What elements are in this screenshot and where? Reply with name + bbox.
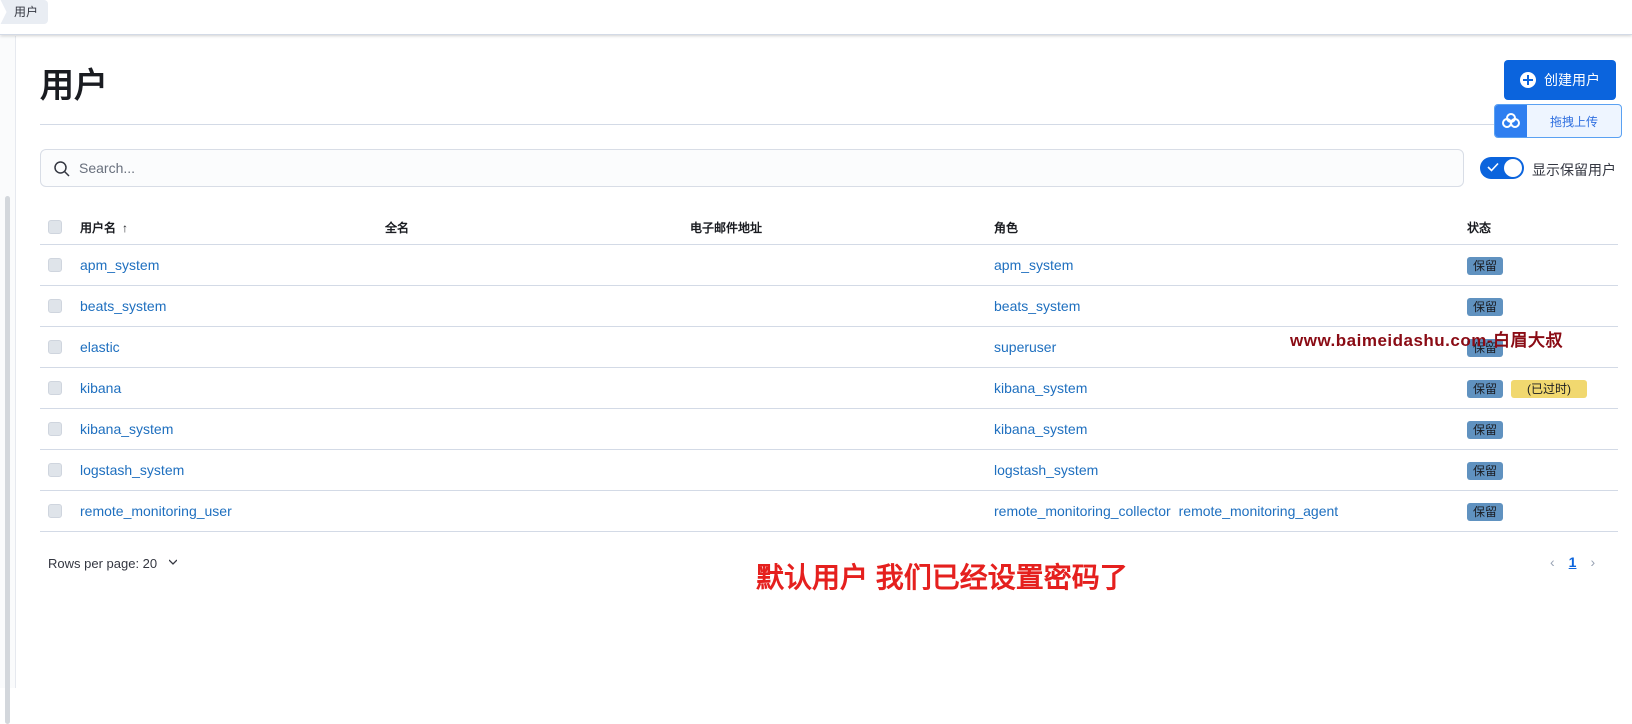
show-reserved-users-toggle[interactable]	[1480, 157, 1524, 179]
column-header-email: 电子邮件地址	[690, 221, 763, 235]
reserved-badge: 保留	[1467, 421, 1504, 440]
role-link[interactable]: kibana_system	[994, 409, 1087, 449]
toggle-knob	[1504, 159, 1522, 177]
table-row: logstash_system logstash_system 保留	[40, 450, 1618, 491]
users-table: 用户名 ↑ 全名 电子邮件地址 角色 状态 apm_system apm_syst…	[40, 210, 1618, 532]
username-link[interactable]: elastic	[80, 327, 120, 367]
username-link[interactable]: beats_system	[80, 286, 166, 326]
row-checkbox[interactable]	[48, 258, 62, 272]
reserved-badge: 保留	[1467, 462, 1504, 481]
breadcrumb[interactable]: 用户	[0, 0, 49, 24]
row-checkbox[interactable]	[48, 504, 62, 518]
chevron-right-icon	[0, 0, 7, 24]
username-link[interactable]: kibana_system	[80, 409, 173, 449]
reserved-badge: 保留	[1467, 380, 1504, 399]
table-row: kibana_system kibana_system 保留	[40, 409, 1618, 450]
row-checkbox[interactable]	[48, 381, 62, 395]
row-checkbox[interactable]	[48, 422, 62, 436]
role-link[interactable]: kibana_system	[994, 368, 1087, 408]
chevron-down-icon	[168, 559, 177, 565]
page-button[interactable]: 1	[1569, 554, 1577, 570]
username-link[interactable]: logstash_system	[80, 450, 184, 490]
reserved-badge: 保留	[1467, 503, 1504, 522]
sort-ascending-icon: ↑	[122, 221, 129, 235]
watermark-text: www.baimeidashu.com-白眉大叔	[1290, 331, 1564, 350]
table-row: remote_monitoring_user remote_monitoring…	[40, 491, 1618, 532]
username-link[interactable]: remote_monitoring_user	[80, 491, 232, 531]
column-header-status: 状态	[1467, 221, 1492, 235]
table-row: kibana kibana_system 保留 (已过时)	[40, 368, 1618, 409]
pagination: ‹ 1 ›	[1550, 554, 1595, 570]
annotation-text: 默认用户 我们已经设置密码了	[756, 562, 1128, 593]
rows-per-page-selector[interactable]: Rows per page: 20	[48, 556, 177, 571]
role-link[interactable]: remote_monitoring_collector	[994, 503, 1171, 519]
role-link[interactable]: remote_monitoring_agent	[1179, 503, 1339, 519]
column-header-roles: 角色	[994, 221, 1019, 235]
table-header: 用户名 ↑ 全名 电子邮件地址 角色 状态	[40, 210, 1618, 245]
role-link[interactable]: beats_system	[994, 286, 1080, 326]
search-box[interactable]	[40, 149, 1464, 187]
next-page-icon[interactable]: ›	[1590, 554, 1595, 570]
previous-page-icon[interactable]: ‹	[1550, 554, 1555, 570]
select-all-checkbox[interactable]	[48, 220, 62, 234]
role-link[interactable]: logstash_system	[994, 450, 1098, 490]
search-input[interactable]	[79, 150, 1449, 186]
column-header-username[interactable]: 用户名 ↑	[80, 210, 128, 246]
create-user-button[interactable]: 创建用户	[1504, 60, 1616, 100]
breadcrumb-current: 用户	[14, 5, 39, 19]
scrollbar-thumb[interactable]	[5, 196, 10, 724]
cloud-upload-icon	[1495, 105, 1527, 137]
table-row: beats_system beats_system 保留	[40, 286, 1618, 327]
plus-circle-icon	[1520, 72, 1536, 88]
deprecated-badge: (已过时)	[1511, 380, 1588, 399]
column-header-fullname: 全名	[385, 221, 410, 235]
left-scrollbar[interactable]	[0, 36, 16, 724]
username-link[interactable]: kibana	[80, 368, 121, 408]
row-checkbox[interactable]	[48, 463, 62, 477]
row-checkbox[interactable]	[48, 340, 62, 354]
top-bar: 用户	[0, 0, 1632, 35]
username-link[interactable]: apm_system	[80, 245, 159, 285]
create-user-label: 创建用户	[1544, 72, 1600, 88]
reserved-badge: 保留	[1467, 257, 1504, 276]
page-title: 用户	[40, 67, 108, 105]
check-icon	[1487, 162, 1499, 172]
divider	[40, 124, 1618, 125]
show-reserved-users-label: 显示保留用户	[1532, 162, 1616, 178]
role-link[interactable]: superuser	[994, 327, 1056, 367]
role-link[interactable]: apm_system	[994, 245, 1073, 285]
reserved-badge: 保留	[1467, 298, 1504, 317]
search-icon	[54, 161, 70, 177]
table-row: apm_system apm_system 保留	[40, 245, 1618, 286]
row-checkbox[interactable]	[48, 299, 62, 313]
rows-per-page-label: Rows per page: 20	[48, 556, 158, 571]
drag-upload-button[interactable]: 拖拽上传	[1494, 104, 1622, 138]
drag-upload-label: 拖拽上传	[1549, 114, 1598, 129]
